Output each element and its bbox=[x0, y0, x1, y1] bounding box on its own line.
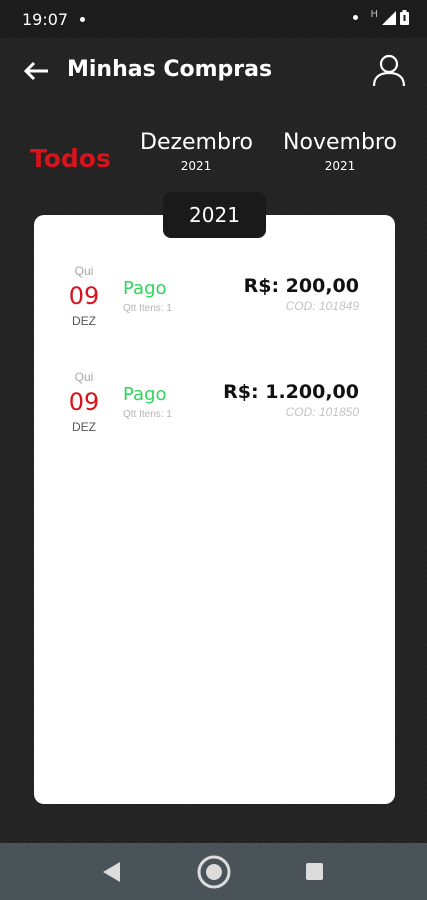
notification-dot-icon bbox=[80, 17, 85, 22]
status-bar: 19:07 H bbox=[0, 0, 427, 38]
purchase-amount: R$: 200,00 COD: 101849 bbox=[244, 275, 359, 313]
filter-month-label: Novembro bbox=[283, 130, 397, 155]
date-month: DEZ bbox=[72, 314, 96, 328]
purchase-date: Qui 09 DEZ bbox=[64, 368, 104, 434]
purchase-code: COD: 101849 bbox=[285, 299, 359, 313]
date-day: 09 bbox=[68, 388, 100, 416]
month-filter-tabs: Todos Dezembro 2021 Novembro 2021 bbox=[0, 120, 427, 190]
filter-year-label: 2021 bbox=[180, 159, 212, 173]
status-icons: H bbox=[353, 9, 409, 25]
purchase-amount: R$: 1.200,00 COD: 101850 bbox=[223, 381, 359, 419]
system-nav-bar bbox=[0, 843, 427, 900]
filter-all[interactable]: Todos bbox=[30, 144, 111, 173]
purchase-date: Qui 09 DEZ bbox=[64, 262, 104, 328]
square-recents-icon[interactable] bbox=[306, 863, 323, 880]
date-day: 09 bbox=[68, 282, 100, 310]
back-button[interactable] bbox=[20, 56, 52, 86]
nav-home-button[interactable] bbox=[196, 854, 232, 895]
network-type-label: H bbox=[370, 9, 378, 20]
filter-december[interactable]: Dezembro 2021 bbox=[140, 130, 253, 173]
circle-home-icon bbox=[197, 855, 231, 889]
purchase-status: Pago Qtt Itens: 1 bbox=[123, 278, 172, 314]
amount-value: R$: 200,00 bbox=[243, 275, 359, 297]
page-title: Minhas Compras bbox=[67, 57, 273, 82]
date-weekday: Qui bbox=[74, 370, 94, 384]
nav-back-button[interactable] bbox=[102, 861, 122, 888]
notification-dot-icon bbox=[353, 15, 359, 20]
status-time: 19:07 bbox=[22, 10, 69, 29]
purchase-status: Pago Qtt Itens: 1 bbox=[123, 384, 172, 420]
profile-button[interactable] bbox=[370, 52, 408, 90]
year-header: 2021 bbox=[163, 192, 266, 238]
purchase-list-item[interactable]: Qui 09 DEZ Pago Qtt Itens: 1 R$: 200,00 … bbox=[34, 262, 395, 342]
signal-icon bbox=[382, 10, 396, 25]
app-bar: Minhas Compras bbox=[0, 38, 427, 104]
filter-year-label: 2021 bbox=[324, 159, 356, 173]
arrow-left-icon bbox=[23, 61, 48, 81]
date-weekday: Qui bbox=[74, 264, 94, 278]
item-count: Qtt Itens: 1 bbox=[123, 303, 172, 314]
amount-value: R$: 1.200,00 bbox=[223, 381, 359, 403]
filter-month-label: Dezembro bbox=[140, 130, 253, 155]
user-icon bbox=[372, 54, 406, 87]
battery-icon bbox=[400, 10, 409, 25]
date-month: DEZ bbox=[72, 420, 96, 434]
payment-status: Pago bbox=[123, 384, 167, 405]
purchase-code: COD: 101850 bbox=[285, 405, 359, 419]
filter-november[interactable]: Novembro 2021 bbox=[282, 130, 398, 173]
item-count: Qtt Itens: 1 bbox=[123, 409, 172, 420]
triangle-back-icon bbox=[103, 862, 120, 882]
payment-status: Pago bbox=[123, 278, 167, 299]
purchase-list-item[interactable]: Qui 09 DEZ Pago Qtt Itens: 1 R$: 1.200,0… bbox=[34, 368, 395, 448]
